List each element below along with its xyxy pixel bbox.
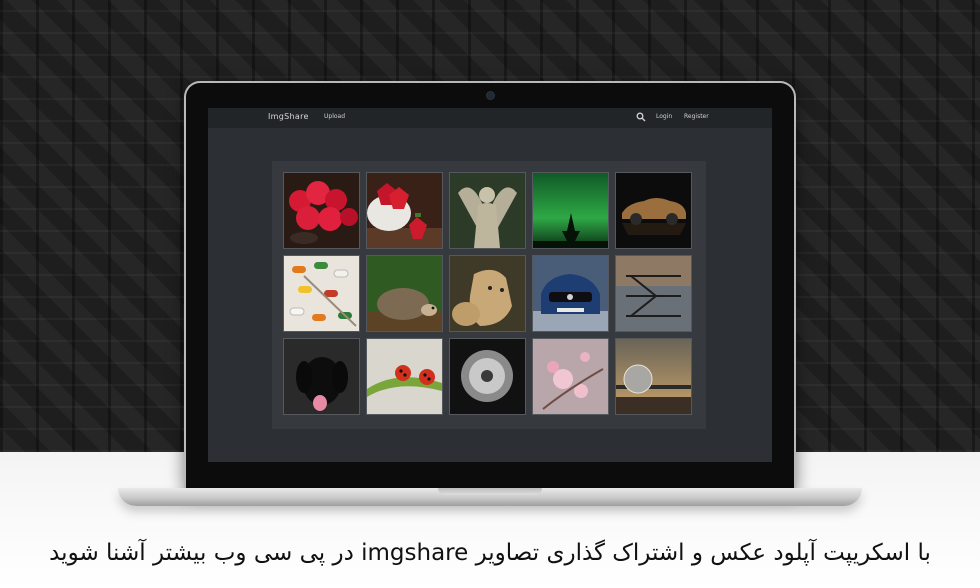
- gallery-thumb-building[interactable]: [615, 255, 692, 332]
- gallery-thumb-gold-car[interactable]: [615, 172, 692, 249]
- gallery-thumb-blossom[interactable]: [532, 338, 609, 415]
- dog-icon: [284, 339, 359, 414]
- gallery-thumb-mercedes[interactable]: [532, 255, 609, 332]
- laptop-notch: [438, 488, 542, 495]
- statue-icon: [450, 173, 525, 248]
- promo-caption: با اسکریپت آپلود عکس و اشتراک گذاری تصاو…: [49, 540, 931, 566]
- navbar: ImgShare Upload Login Register: [208, 108, 772, 128]
- gallery-thumb-raspberries[interactable]: [283, 172, 360, 249]
- nav-login-link[interactable]: Login: [656, 113, 672, 120]
- gallery-thumb-dog[interactable]: [283, 338, 360, 415]
- gallery-thumb-statue[interactable]: [449, 172, 526, 249]
- webcam-icon: [487, 92, 494, 99]
- laptop-screen: ImgShare Upload Login Register: [208, 108, 772, 462]
- car-icon: [616, 173, 691, 248]
- gallery-thumb-dandelion[interactable]: [449, 338, 526, 415]
- gallery-thumb-sphere[interactable]: [615, 338, 692, 415]
- sphere-icon: [616, 339, 691, 414]
- ladybug-icon: [367, 339, 442, 414]
- hedgehog-icon: [367, 256, 442, 331]
- dandelion-icon: [450, 339, 525, 414]
- gallery-thumb-strawberries[interactable]: [366, 172, 443, 249]
- raspberries-icon: [284, 173, 359, 248]
- gallery-thumb-aurora[interactable]: [532, 172, 609, 249]
- image-gallery: [272, 161, 706, 429]
- pills-icon: [284, 256, 359, 331]
- nav-register-link[interactable]: Register: [684, 113, 709, 120]
- strawberries-icon: [367, 173, 442, 248]
- nav-upload-link[interactable]: Upload: [324, 113, 345, 120]
- building-icon: [616, 256, 691, 331]
- lioness-icon: [450, 256, 525, 331]
- car-icon: [533, 256, 608, 331]
- aurora-icon: [533, 173, 608, 248]
- brand-logo[interactable]: ImgShare: [268, 112, 309, 121]
- gallery-thumb-lioness[interactable]: [449, 255, 526, 332]
- search-icon[interactable]: [636, 112, 646, 122]
- gallery-thumb-ladybug[interactable]: [366, 338, 443, 415]
- gallery-thumb-hedgehog[interactable]: [366, 255, 443, 332]
- gallery-thumb-pills[interactable]: [283, 255, 360, 332]
- blossom-icon: [533, 339, 608, 414]
